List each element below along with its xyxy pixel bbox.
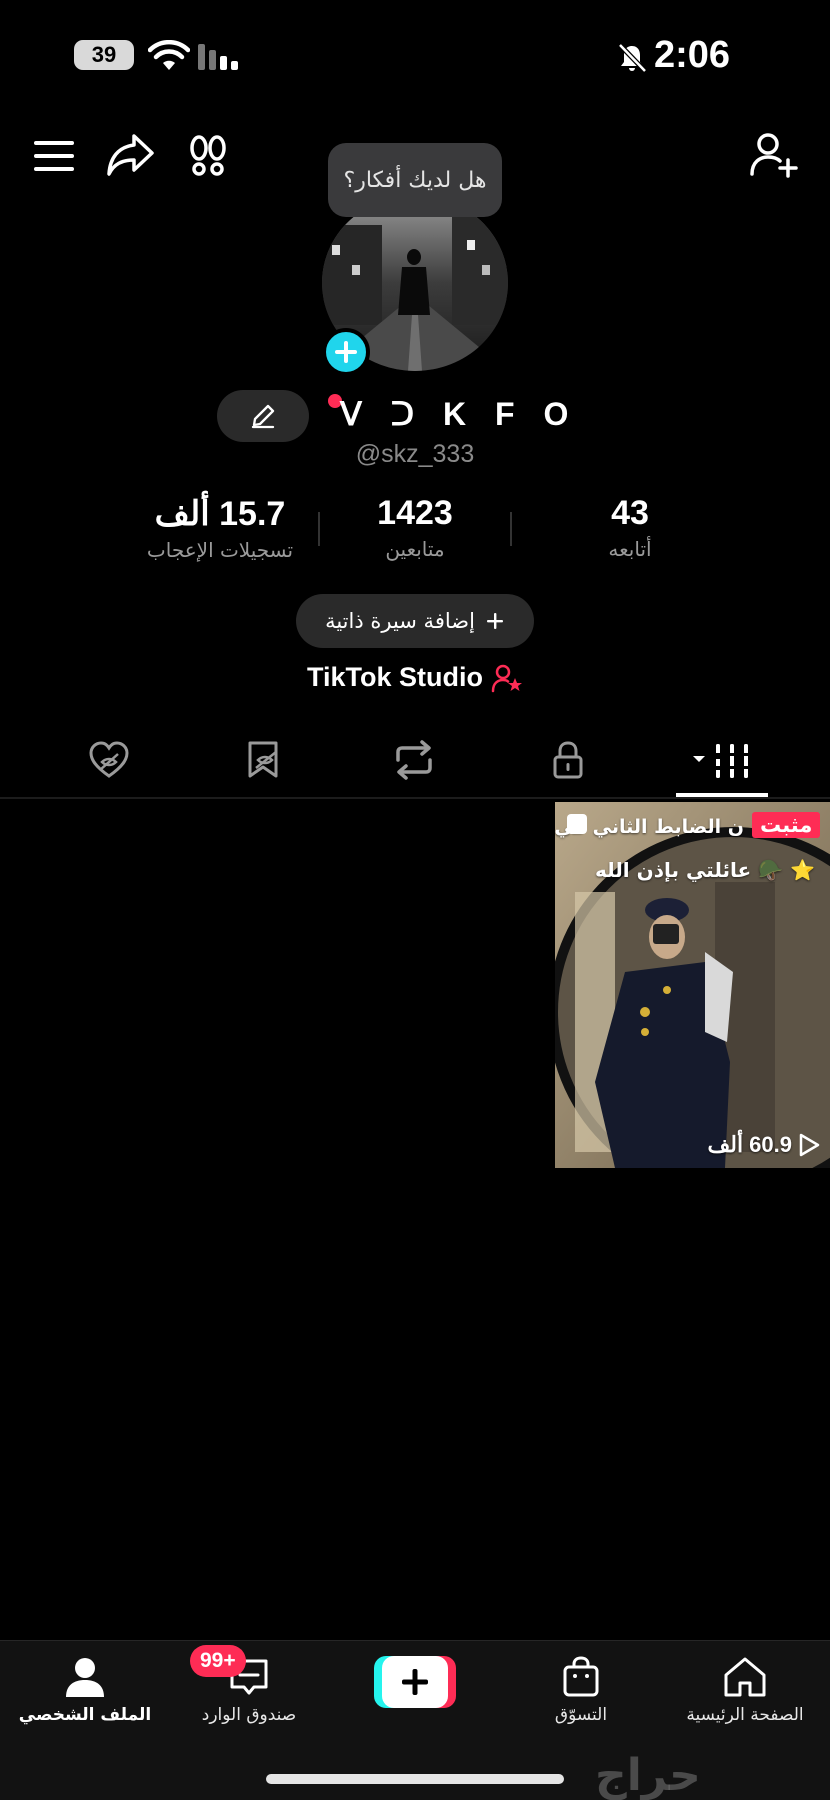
home-indicator[interactable] [266, 1774, 564, 1784]
share-arrow-icon[interactable] [106, 132, 156, 178]
watermark: حراج [595, 1750, 701, 1800]
video-views: 60.9 ألف [707, 1132, 820, 1158]
stat-followers[interactable]: 1423 متابعين [340, 494, 490, 561]
plus-icon [402, 1669, 428, 1695]
pencil-icon [251, 404, 275, 429]
repost-icon[interactable] [392, 740, 436, 780]
home-icon [724, 1657, 766, 1697]
bookmark-hidden-icon[interactable] [244, 740, 284, 780]
shopping-bag-icon [563, 1656, 599, 1697]
battery-indicator: 39 [74, 40, 134, 70]
tiktok-studio-link[interactable]: TikTok Studio [0, 662, 830, 693]
tab-active-indicator [676, 793, 768, 797]
bell-slash-icon [618, 43, 647, 73]
stats-divider [510, 512, 512, 546]
video-thumbnail[interactable]: مثبت ن الضابط الثاني في ⭐ 🪖 عائلتي بإذن … [555, 802, 830, 1168]
stat-likes[interactable]: 15.7 ألف تسجيلات الإعجاب [130, 494, 310, 562]
footprints-icon[interactable] [188, 134, 228, 178]
nav-home[interactable]: الصفحة الرئيسية [660, 1655, 830, 1725]
plus-icon [486, 613, 503, 629]
wifi-icon [148, 40, 190, 70]
add-story-button[interactable] [322, 328, 370, 376]
create-button-face [382, 1656, 448, 1708]
stats-divider [318, 512, 320, 546]
play-icon [799, 1133, 820, 1157]
display-name: ᐯ ᑐ K F O [340, 396, 579, 432]
grid-icon[interactable] [690, 744, 754, 778]
video-caption-line2: ⭐ 🪖 عائلتي بإذن الله [595, 858, 815, 882]
stat-following[interactable]: 43 أتابعه [550, 494, 710, 561]
edit-profile-button[interactable] [217, 390, 309, 442]
star-emoji-icon: ⭐ [790, 858, 815, 882]
add-bio-button[interactable]: إضافة سيرة ذاتية [296, 594, 534, 648]
menu-icon[interactable] [34, 139, 74, 173]
tabs-divider [0, 797, 830, 799]
video-thumbnail-image [555, 802, 830, 1168]
cellular-signal-icon [198, 44, 238, 70]
creator-star-icon [491, 664, 522, 692]
thought-bubble[interactable]: هل لديك أفكار؟ [328, 143, 502, 217]
inbox-badge: 99+ [190, 1645, 246, 1677]
profile-icon [66, 1658, 104, 1697]
plus-icon [335, 341, 357, 363]
clock: 2:06 [653, 34, 730, 76]
heart-hidden-icon[interactable] [88, 740, 130, 780]
nav-profile[interactable]: الملف الشخصي [0, 1655, 170, 1725]
helmet-emoji-icon: 🪖 [758, 858, 784, 882]
checkbox-icon [567, 814, 587, 834]
username[interactable]: @skz_333 [0, 440, 830, 469]
add-user-icon[interactable] [750, 132, 798, 178]
nav-inbox[interactable]: صندوق الوارد [164, 1655, 334, 1725]
nav-shop[interactable]: التسوّق [496, 1655, 666, 1725]
pinned-badge: مثبت [752, 812, 821, 838]
create-button[interactable] [374, 1656, 456, 1708]
lock-icon[interactable] [552, 740, 584, 780]
